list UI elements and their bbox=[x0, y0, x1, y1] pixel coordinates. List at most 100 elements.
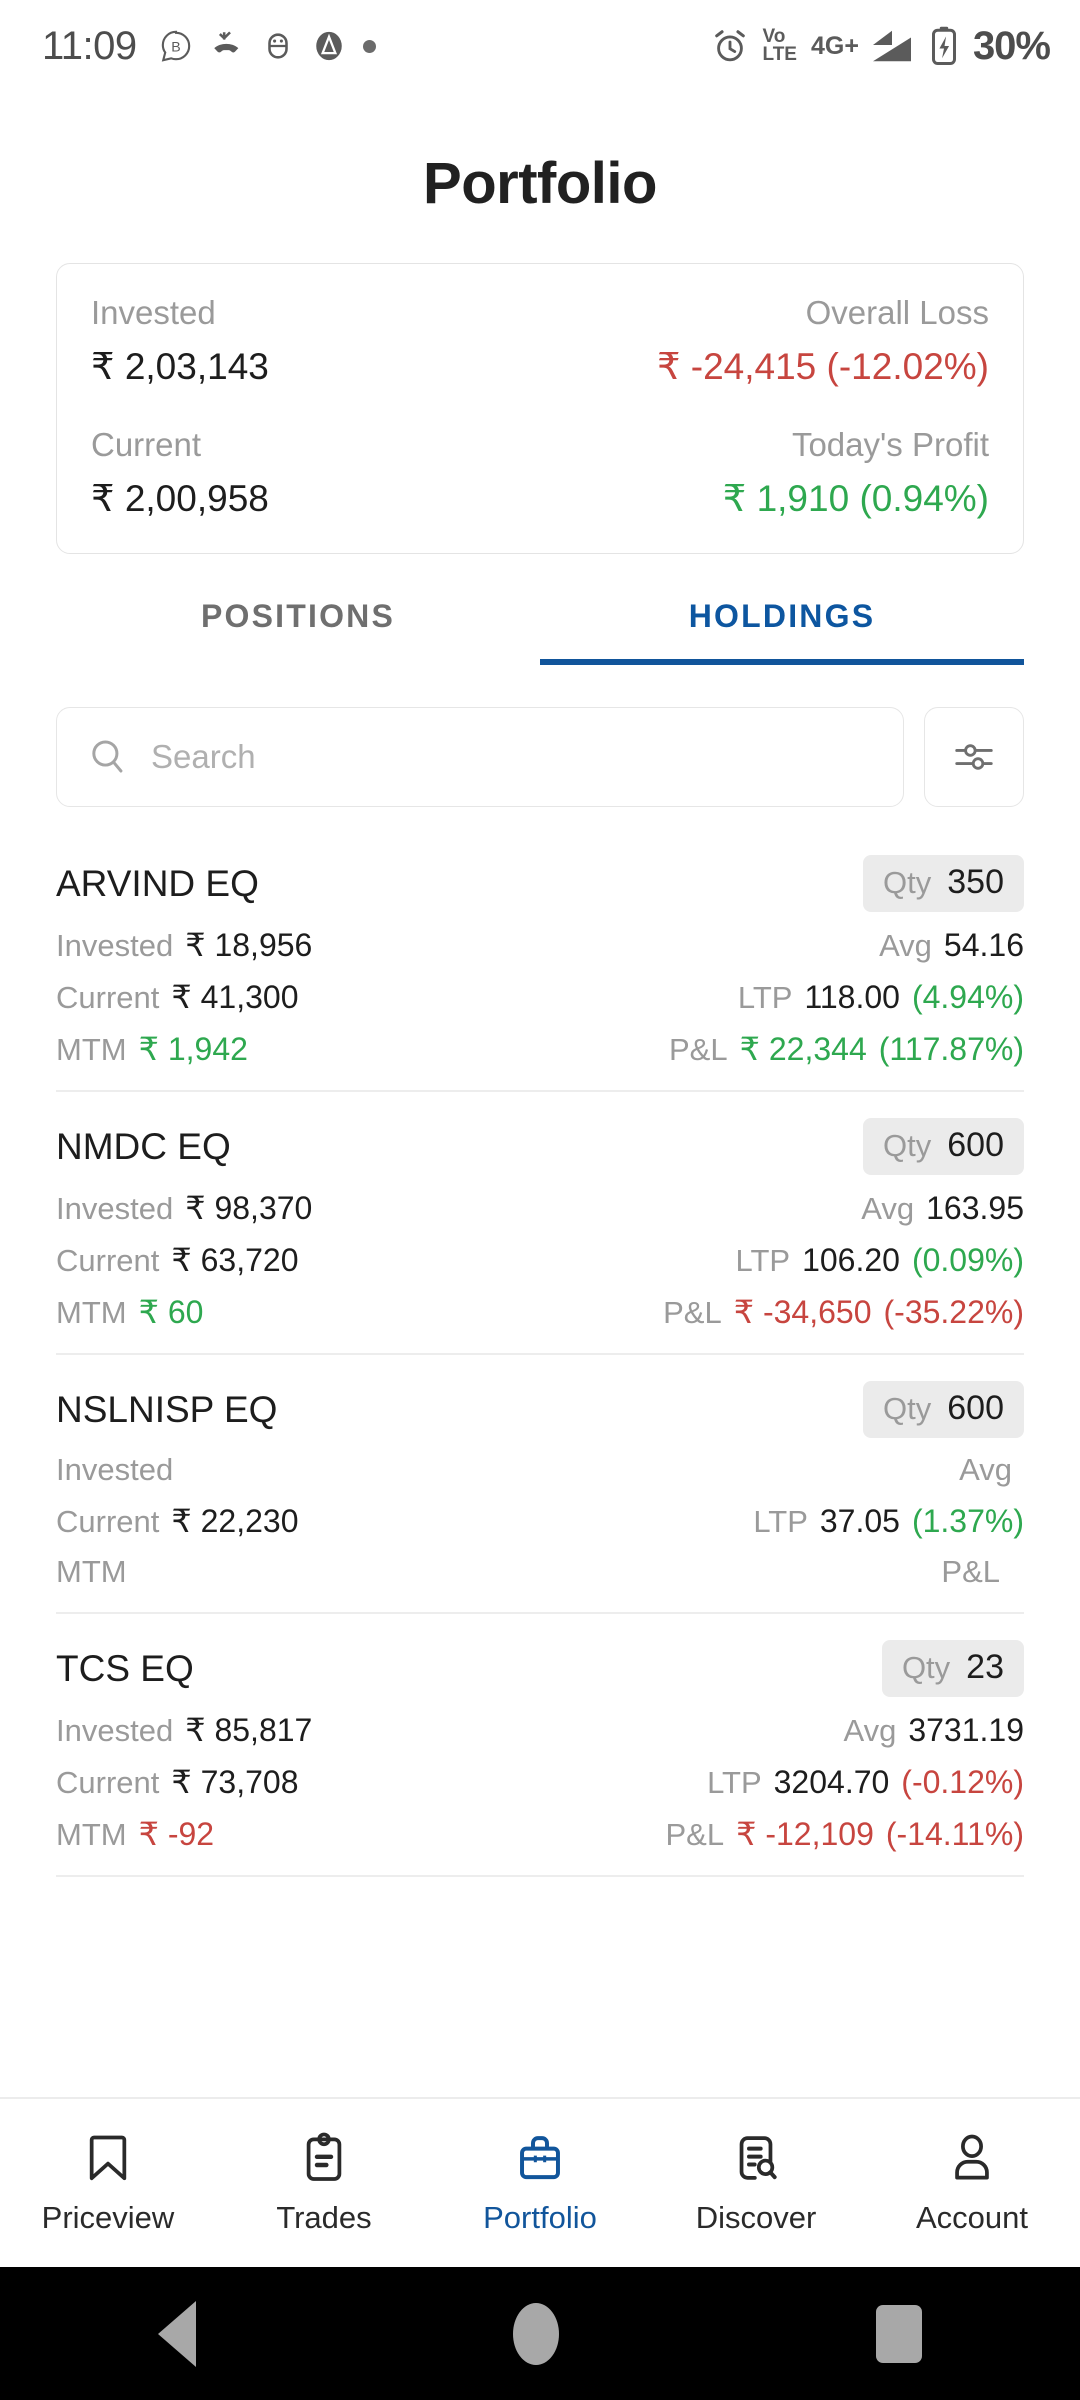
recents-square-icon[interactable] bbox=[875, 2304, 922, 2363]
pnl-label: P&L bbox=[665, 1817, 725, 1853]
pnl-value: ₹ -34,650 bbox=[733, 1294, 872, 1331]
filter-button[interactable] bbox=[924, 707, 1024, 808]
holding-header: TCS EQ Qty 23 bbox=[56, 1640, 1024, 1698]
qty-badge: Qty 350 bbox=[863, 855, 1024, 913]
filter-sliders-icon bbox=[955, 744, 993, 771]
volte-line-2: LTE bbox=[762, 44, 797, 65]
back-triangle-icon[interactable] bbox=[158, 2300, 197, 2367]
status-bar-notification-icons: B bbox=[159, 29, 376, 63]
mtm-value: ₹ -92 bbox=[138, 1816, 215, 1853]
overall-loss-label: Overall Loss bbox=[805, 294, 989, 331]
mtm-cell: MTM bbox=[56, 1554, 139, 1590]
pnl-cell: P&L ₹ -34,650 (-35.22%) bbox=[663, 1293, 1024, 1331]
tab-holdings[interactable]: HOLDINGS bbox=[540, 598, 1024, 666]
search-input[interactable]: Search bbox=[56, 707, 904, 808]
holding-symbol: NMDC EQ bbox=[56, 1126, 231, 1168]
signal-bars-icon bbox=[872, 30, 911, 62]
qty-value: 600 bbox=[947, 1389, 1004, 1428]
todays-profit-block: Today's Profit ₹ 1,910 (0.94%) bbox=[723, 424, 989, 522]
holding-header: NSLNISP EQ Qty 600 bbox=[56, 1381, 1024, 1439]
holding-symbol: NSLNISP EQ bbox=[56, 1389, 278, 1431]
invested-cell: Invested ₹ 98,370 bbox=[56, 1189, 312, 1227]
current-value: ₹ 41,300 bbox=[171, 979, 299, 1016]
invested-block: Invested ₹ 2,03,143 bbox=[91, 292, 269, 390]
pnl-cell: P&L ₹ 22,344 (117.87%) bbox=[669, 1030, 1024, 1068]
clipboard-icon bbox=[306, 2132, 342, 2181]
nav-item-priceview[interactable]: Priceview bbox=[0, 2130, 216, 2236]
avg-label: Avg bbox=[861, 1191, 915, 1227]
holding-row[interactable]: NSLNISP EQ Qty 600 Invested Avg Current … bbox=[56, 1355, 1024, 1615]
portfolio-tabs: POSITIONS HOLDINGS bbox=[56, 598, 1024, 666]
avg-cell: Avg 163.95 bbox=[861, 1190, 1024, 1227]
current-cell: Current ₹ 41,300 bbox=[56, 978, 299, 1016]
nav-item-account[interactable]: Account bbox=[864, 2130, 1080, 2236]
nav-item-discover[interactable]: Discover bbox=[648, 2130, 864, 2236]
pnl-percent: (-35.22%) bbox=[883, 1294, 1025, 1331]
ltp-percent: (-0.12%) bbox=[901, 1764, 1024, 1801]
document-search-icon bbox=[739, 2136, 777, 2180]
home-circle-icon[interactable] bbox=[512, 2302, 559, 2365]
holding-line-mtm: MTM ₹ -92 P&L ₹ -12,109 (-14.11%) bbox=[56, 1815, 1024, 1853]
bottom-navigation: Priceview Trades Portfolio Discover Acco… bbox=[0, 2097, 1080, 2267]
current-label: Current bbox=[56, 980, 160, 1016]
mtm-value: ₹ 1,942 bbox=[138, 1031, 248, 1068]
invested-cell: Invested bbox=[56, 1452, 185, 1488]
holding-line-invested: Invested ₹ 18,956 Avg 54.16 bbox=[56, 926, 1024, 964]
search-row: Search bbox=[56, 707, 1024, 808]
search-placeholder: Search bbox=[151, 738, 256, 776]
avg-label: Avg bbox=[879, 928, 932, 964]
mtm-label: MTM bbox=[56, 1032, 127, 1068]
nav-label-portfolio: Portfolio bbox=[483, 2200, 597, 2235]
current-label: Current bbox=[91, 425, 202, 463]
battery-percent-label: 30% bbox=[972, 23, 1051, 68]
pnl-percent: (117.87%) bbox=[878, 1031, 1024, 1068]
ltp-value: 106.20 bbox=[802, 1242, 900, 1279]
avg-cell: Avg 3731.19 bbox=[843, 1712, 1024, 1749]
status-bar: 11:09 B Vo LTE 4G+ 30% bbox=[0, 0, 1080, 92]
phone-screen: 11:09 B Vo LTE 4G+ 30% Portfolio Investe… bbox=[0, 0, 1080, 2400]
pnl-value: ₹ -12,109 bbox=[736, 1816, 874, 1853]
ltp-label: LTP bbox=[707, 1765, 762, 1801]
status-bar-clock: 11:09 bbox=[42, 23, 137, 68]
qty-badge: Qty 600 bbox=[863, 1118, 1024, 1176]
android-debug-icon bbox=[267, 33, 288, 59]
holding-line-current: Current ₹ 41,300 LTP 118.00 (4.94%) bbox=[56, 978, 1024, 1016]
qty-value: 350 bbox=[947, 863, 1004, 902]
missed-call-icon bbox=[213, 31, 238, 53]
invested-label: Invested bbox=[91, 294, 216, 331]
avg-label: Avg bbox=[959, 1452, 1012, 1488]
alarm-icon bbox=[714, 30, 745, 62]
invested-label: Invested bbox=[56, 1452, 174, 1488]
pnl-cell: P&L bbox=[941, 1554, 1024, 1590]
invested-cell: Invested ₹ 85,817 bbox=[56, 1711, 312, 1749]
avg-value: 3731.19 bbox=[908, 1712, 1024, 1749]
mtm-label: MTM bbox=[56, 1817, 127, 1853]
holding-line-invested: Invested ₹ 85,817 Avg 3731.19 bbox=[56, 1711, 1024, 1749]
invested-label: Invested bbox=[56, 1713, 174, 1749]
summary-row-current: Current ₹ 2,00,958 Today's Profit ₹ 1,91… bbox=[91, 424, 989, 522]
pnl-label: P&L bbox=[941, 1554, 1000, 1590]
holding-row[interactable]: ARVIND EQ Qty 350 Invested ₹ 18,956 Avg … bbox=[56, 829, 1024, 1093]
nav-item-portfolio[interactable]: Portfolio bbox=[432, 2130, 648, 2236]
nav-label-priceview: Priceview bbox=[41, 2200, 175, 2235]
current-value: ₹ 2,00,958 bbox=[91, 477, 269, 519]
content-filler bbox=[0, 1877, 1080, 2097]
qty-label: Qty bbox=[883, 865, 932, 901]
mtm-value: ₹ 60 bbox=[138, 1294, 204, 1331]
invested-value: ₹ 2,03,143 bbox=[91, 346, 269, 388]
pnl-percent: (-14.11%) bbox=[885, 1816, 1024, 1853]
page-title: Portfolio bbox=[423, 151, 657, 216]
qty-badge: Qty 600 bbox=[863, 1381, 1024, 1439]
avg-label: Avg bbox=[843, 1713, 897, 1749]
holding-line-current: Current ₹ 63,720 LTP 106.20 (0.09%) bbox=[56, 1241, 1024, 1279]
holding-line-invested: Invested Avg bbox=[56, 1452, 1024, 1488]
tab-positions[interactable]: POSITIONS bbox=[56, 598, 540, 665]
qty-value: 23 bbox=[966, 1648, 1004, 1687]
ltp-value: 3204.70 bbox=[773, 1764, 890, 1801]
invested-label: Invested bbox=[56, 928, 174, 964]
ltp-percent: (0.09%) bbox=[911, 1242, 1024, 1279]
dot-indicator-icon bbox=[362, 39, 376, 53]
holding-row[interactable]: NMDC EQ Qty 600 Invested ₹ 98,370 Avg 16… bbox=[56, 1092, 1024, 1356]
holding-row[interactable]: TCS EQ Qty 23 Invested ₹ 85,817 Avg 3731… bbox=[56, 1614, 1024, 1878]
nav-item-trades[interactable]: Trades bbox=[216, 2130, 432, 2236]
